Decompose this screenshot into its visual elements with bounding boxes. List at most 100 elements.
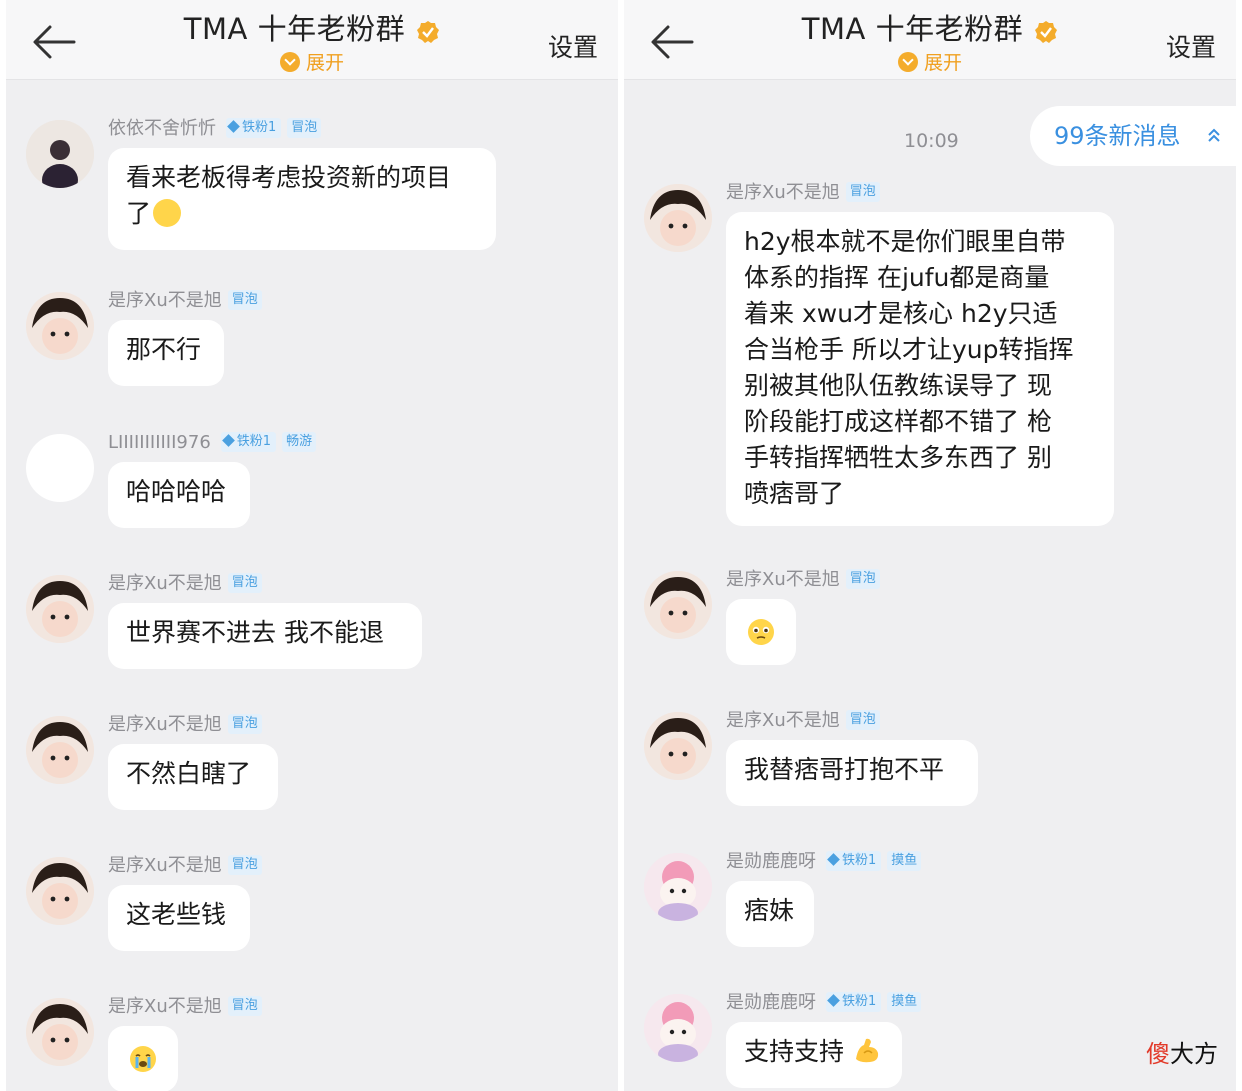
avatar[interactable] [644,571,712,639]
sender-name[interactable]: 依依不舍忻忻 [108,118,216,139]
expand-toggle[interactable]: 展开 [624,48,1236,75]
watermark-first: 傻 [1146,1040,1170,1068]
avatar[interactable] [644,853,712,921]
message-text-tail: 了 [126,199,152,228]
sender-name[interactable]: 是序Xu不是旭 [108,996,222,1017]
sender-meta: 是勋鹿鹿呀 铁粉1 摸鱼 [726,990,922,1016]
expand-label: 展开 [923,52,962,74]
gem-icon [227,119,240,133]
activity-tag: 畅游 [282,431,317,452]
avatar[interactable] [26,998,94,1066]
fan-level-label: 铁粉1 [842,852,877,868]
watermark-rest: 大方 [1170,1040,1218,1068]
message-bubble[interactable]: 那不行 [108,320,224,386]
avatar-image [26,120,94,188]
pleading-face-emoji-icon [748,619,774,645]
activity-tag: 冒泡 [227,995,262,1016]
message-bubble[interactable]: 不然白瞎了 [108,744,278,810]
message-bubble[interactable]: h2y根本就不是你们眼里自带 体系的指挥 在jufu都是商量 着来 xwu才是核… [726,212,1114,526]
activity-tag: 摸鱼 [887,850,922,871]
sender-meta: 是序Xu不是旭 冒泡 [108,994,262,1020]
sender-meta: 是序Xu不是旭 冒泡 [108,288,262,314]
new-messages-button[interactable]: 99条新消息 [1030,106,1236,166]
sender-name[interactable]: 是序Xu不是旭 [108,573,222,594]
sender-name[interactable]: 是勋鹿鹿呀 [726,851,816,872]
expand-chevron-icon [897,52,918,72]
message-text: 不然白瞎了 [126,759,252,788]
message-bubble[interactable]: 哈哈哈哈 [108,462,250,528]
message-bubble[interactable]: 支持支持 [726,1022,902,1088]
avatar-image [26,292,94,360]
message-text: 我替痞哥打抱不平 [744,755,945,784]
avatar[interactable] [644,184,712,252]
gem-icon [827,852,840,866]
avatar-image [26,857,94,925]
message-bubble[interactable]: 看来老板得考虑投资新的项目 了 [108,148,496,250]
avatar-image [644,571,712,639]
message-text: 支持支持 [744,1037,845,1066]
title-wrap: TMA 十年老粉群 [624,6,1236,48]
fan-level-label: 铁粉1 [842,993,877,1009]
fan-level-label: 铁粉1 [242,119,277,135]
chat-panel-right: TMA 十年老粉群 展开 设置 10:09 99条新消息 是序Xu不是旭 冒泡 h… [624,0,1236,1091]
fan-level-badge: 铁粉1 [826,850,882,871]
sender-name[interactable]: 是序Xu不是旭 [108,714,222,735]
verified-badge-icon [417,20,440,43]
double-chevron-up-icon [1208,128,1220,142]
settings-button[interactable]: 设置 [1166,28,1216,64]
settings-button[interactable]: 设置 [548,28,598,64]
message-bubble[interactable]: 我替痞哥打抱不平 [726,740,978,806]
avatar[interactable] [26,292,94,360]
sender-meta: 是序Xu不是旭 冒泡 [108,571,262,597]
avatar[interactable] [644,994,712,1062]
message-line: 别被其他队伍教练误导了 现 [744,371,1052,400]
fan-level-badge: 铁粉1 [826,991,882,1012]
message-line: 手转指挥牺牲太多东西了 别 [744,443,1052,472]
message-line: 体系的指挥 在jufu都是商量 [744,263,1050,292]
message-line: 着来 xwu才是核心 h2y只适 [744,299,1058,328]
watermark: 傻大方 [1146,1034,1218,1069]
avatar[interactable] [644,712,712,780]
title-wrap: TMA 十年老粉群 [6,6,618,48]
activity-tag: 冒泡 [227,289,262,310]
sender-name[interactable]: 是勋鹿鹿呀 [726,992,816,1013]
message-text: 那不行 [126,335,202,364]
avatar[interactable] [26,434,94,502]
message-bubble[interactable] [726,599,796,665]
sender-name[interactable]: 是序Xu不是旭 [108,855,222,876]
avatar[interactable] [26,120,94,188]
avatar[interactable] [26,857,94,925]
message-text: 哈哈哈哈 [126,477,227,506]
message-bubble[interactable]: 痞妹 [726,881,814,947]
message-bubble[interactable]: 这老些钱 [108,885,250,951]
message-line: 阶段能打成这样都不错了 枪 [744,407,1052,436]
sender-meta: 是序Xu不是旭 冒泡 [108,712,262,738]
sender-name[interactable]: 是序Xu不是旭 [726,182,840,203]
activity-tag: 冒泡 [287,117,322,138]
gem-icon [827,993,840,1007]
avatar[interactable] [26,575,94,643]
verified-badge-icon [1035,20,1058,43]
expand-toggle[interactable]: 展开 [6,48,618,75]
avatar-image [644,712,712,780]
message-text: 痞妹 [744,896,795,925]
sender-name[interactable]: 是序Xu不是旭 [108,290,222,311]
expand-chevron-icon [279,52,300,72]
sender-name[interactable]: 是序Xu不是旭 [726,710,840,731]
sender-name[interactable]: 是序Xu不是旭 [726,569,840,590]
message-bubble[interactable] [108,1026,178,1091]
sender-meta: 是序Xu不是旭 冒泡 [108,853,262,879]
activity-tag: 冒泡 [845,709,880,730]
avatar-image [644,994,712,1062]
message-text: 这老些钱 [126,900,227,929]
message-text: 看来老板得考虑投资新的项目 [126,163,452,192]
message-bubble[interactable]: 世界赛不进去 我不能退 [108,603,422,669]
sender-meta: 是序Xu不是旭 冒泡 [726,567,880,593]
avatar[interactable] [26,716,94,784]
sender-name[interactable]: LIIIIIIIIIII976 [108,432,211,453]
timestamp: 10:09 [904,130,959,152]
activity-tag: 冒泡 [227,854,262,875]
chat-header: TMA 十年老粉群 展开 设置 [624,0,1236,80]
message-text-line2: 了 [126,196,478,232]
sender-meta: LIIIIIIIIIII976 铁粉1 畅游 [108,430,317,456]
